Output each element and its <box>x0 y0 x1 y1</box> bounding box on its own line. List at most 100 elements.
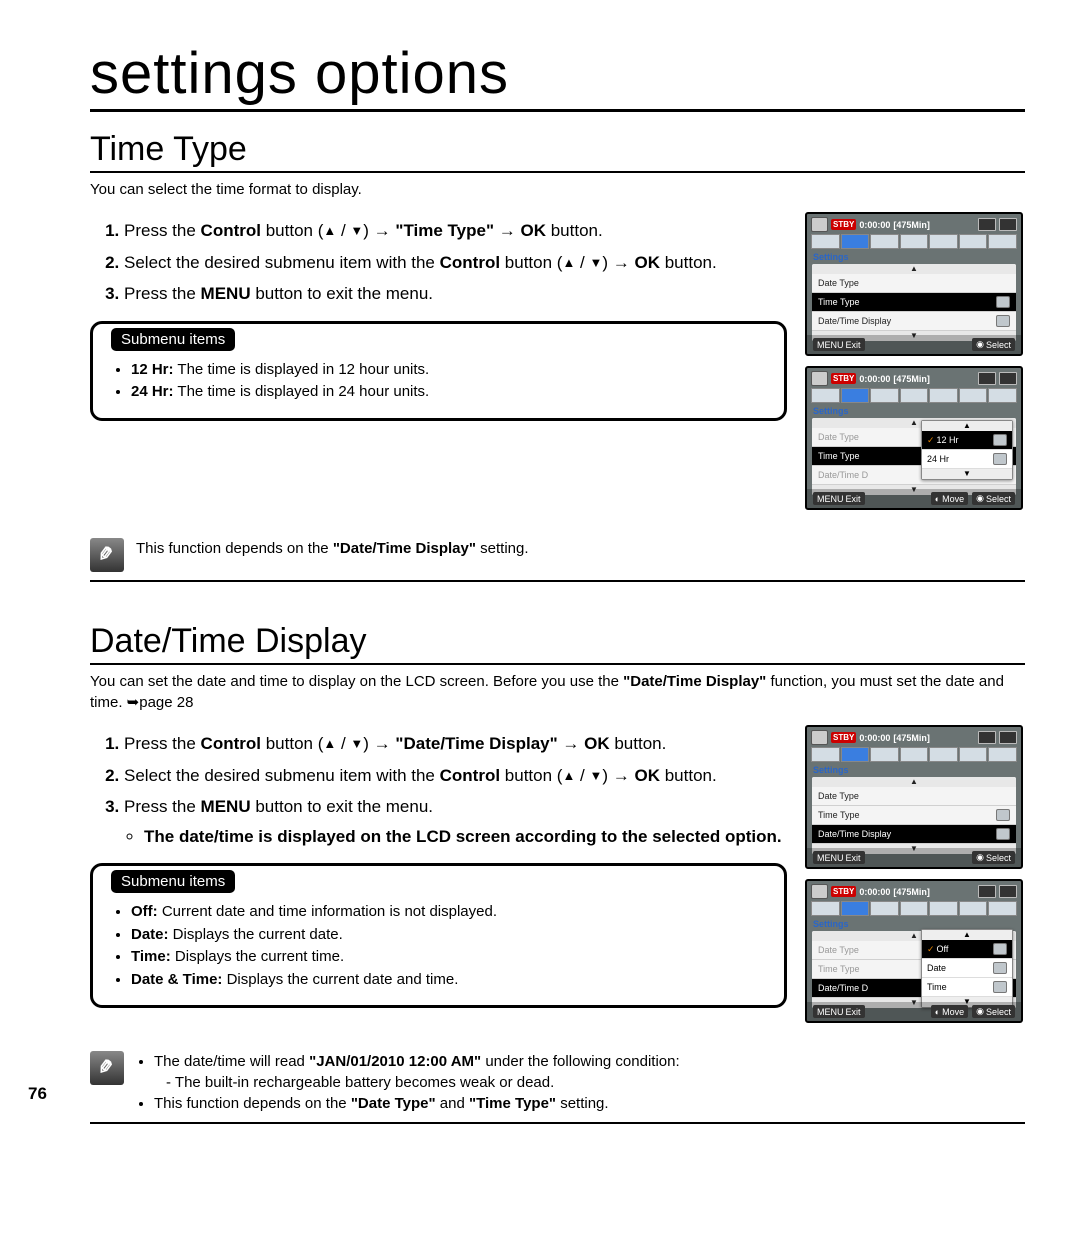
menu-button-icon: MENU <box>817 1007 844 1017</box>
submenu-tab: Submenu items <box>111 328 235 351</box>
tab-icon <box>811 388 840 403</box>
tab-settings-icon <box>841 901 870 916</box>
up-triangle-icon: ▲ <box>562 253 575 273</box>
submenu-tab: Submenu items <box>111 870 235 893</box>
menu-button-icon: MENU <box>817 340 844 350</box>
tab-icon <box>988 234 1017 249</box>
camcorder-icon <box>811 217 828 232</box>
move-dot-icon: ◐ <box>935 1007 940 1017</box>
move-dot-icon: ◐ <box>935 494 940 504</box>
tab-icon <box>870 747 899 762</box>
tab-icon <box>988 901 1017 916</box>
tab-icon <box>900 901 929 916</box>
section2-note: The date/time will read "JAN/01/2010 12:… <box>90 1043 1025 1124</box>
card-icon <box>978 731 996 744</box>
check-icon: ✓ <box>927 435 935 445</box>
card-icon <box>978 372 996 385</box>
tab-icon <box>870 388 899 403</box>
section1-note: This function depends on the "Date/Time … <box>90 530 1025 582</box>
clock-icon <box>996 296 1010 308</box>
tab-icon <box>959 901 988 916</box>
tab-settings-icon <box>841 747 870 762</box>
page-number: 76 <box>28 1084 47 1104</box>
battery-icon <box>999 885 1017 898</box>
off-icon <box>996 315 1010 327</box>
lcd-screenshot-datetime-menu: STBY 0:00:00 [475Min] Settings ▲ <box>805 725 1023 869</box>
tab-icon <box>811 747 840 762</box>
card-icon <box>978 885 996 898</box>
note-pencil-icon <box>90 1051 124 1085</box>
menu-button-icon: MENU <box>817 853 844 863</box>
ok-dot-icon: ◉ <box>976 852 984 863</box>
stby-badge: STBY <box>831 373 856 384</box>
clock-icon <box>993 434 1007 446</box>
clock-icon <box>993 981 1007 993</box>
lcd-screenshot-timetype-options: STBY 0:00:00 [475Min] Settings ▲ <box>805 366 1023 510</box>
camcorder-icon <box>811 371 828 386</box>
tab-icon <box>929 234 958 249</box>
page-title: settings options <box>90 40 1025 112</box>
popup-scroll-down-icon: ▼ <box>922 469 1012 479</box>
popup-scroll-up-icon: ▲ <box>922 421 1012 431</box>
menu-button-icon: MENU <box>817 494 844 504</box>
section1-intro: You can select the time format to displa… <box>90 179 1025 200</box>
tab-icon <box>929 388 958 403</box>
card-icon <box>978 218 996 231</box>
battery-icon <box>999 731 1017 744</box>
tab-icon <box>929 901 958 916</box>
tab-icon <box>870 234 899 249</box>
tab-icon <box>811 234 840 249</box>
section1-submenu-box: Submenu items 12 Hr: The time is display… <box>90 321 787 421</box>
battery-icon <box>999 218 1017 231</box>
note-pencil-icon <box>90 538 124 572</box>
tab-icon <box>988 388 1017 403</box>
tab-icon <box>988 747 1017 762</box>
down-triangle-icon: ▼ <box>350 221 363 241</box>
lcd-screenshot-timetype-menu: STBY 0:00:00 [475Min] Settings ▲ <box>805 212 1023 356</box>
tab-settings-icon <box>841 388 870 403</box>
section-time-type-title: Time Type <box>90 130 1025 173</box>
section2-steps: Press the Control button (▲ / ▼) → "Date… <box>90 731 787 849</box>
tab-icon <box>959 747 988 762</box>
menu-scroll-up-icon: ▲ <box>812 264 1016 274</box>
camcorder-icon <box>811 884 828 899</box>
off-icon <box>993 943 1007 955</box>
settings-heading: Settings <box>807 251 1021 264</box>
popup-scroll-up-icon: ▲ <box>922 930 1012 940</box>
up-triangle-icon: ▲ <box>323 734 336 754</box>
section2-intro: You can set the date and time to display… <box>90 671 1025 713</box>
ok-dot-icon: ◉ <box>976 493 984 504</box>
settings-heading: Settings <box>807 764 1021 777</box>
tab-icon <box>900 388 929 403</box>
section1-steps: Press the Control button (▲ / ▼) → "Time… <box>90 218 787 307</box>
lcd-screenshot-datetime-options: STBY 0:00:00 [475Min] Settings ▲ <box>805 879 1023 1023</box>
tab-icon <box>870 901 899 916</box>
ok-dot-icon: ◉ <box>976 339 984 350</box>
stby-badge: STBY <box>831 219 856 230</box>
menu-scroll-up-icon: ▲ <box>812 777 1016 787</box>
up-triangle-icon: ▲ <box>323 221 336 241</box>
tab-icon <box>959 234 988 249</box>
check-icon: ✓ <box>927 944 935 954</box>
stby-badge: STBY <box>831 886 856 897</box>
stby-badge: STBY <box>831 732 856 743</box>
camcorder-icon <box>811 730 828 745</box>
settings-heading: Settings <box>807 405 1021 418</box>
tab-icon <box>900 747 929 762</box>
tab-icon <box>929 747 958 762</box>
up-triangle-icon: ▲ <box>562 766 575 786</box>
off-icon <box>996 828 1010 840</box>
section2-submenu-box: Submenu items Off: Current date and time… <box>90 863 787 1008</box>
down-triangle-icon: ▼ <box>589 766 602 786</box>
down-triangle-icon: ▼ <box>589 253 602 273</box>
clock-icon <box>993 453 1007 465</box>
tab-settings-icon <box>841 234 870 249</box>
tab-icon <box>811 901 840 916</box>
down-triangle-icon: ▼ <box>350 734 363 754</box>
battery-icon <box>999 372 1017 385</box>
tab-icon <box>900 234 929 249</box>
tab-icon <box>959 388 988 403</box>
option-popup: ▲ ✓Off Date Time ▼ <box>921 929 1013 1008</box>
ok-dot-icon: ◉ <box>976 1006 984 1017</box>
calendar-icon <box>993 962 1007 974</box>
